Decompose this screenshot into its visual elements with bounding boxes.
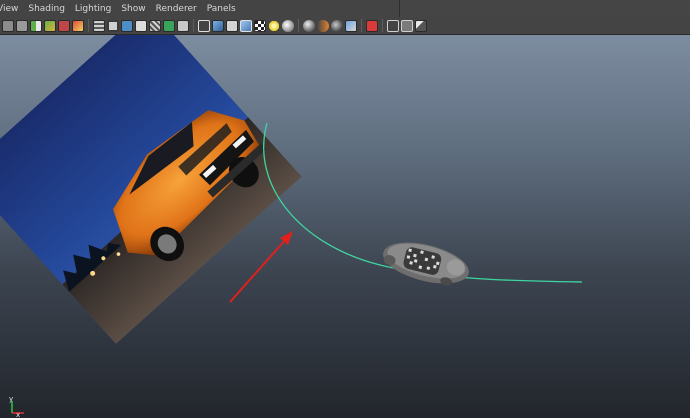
panel-menu-bar: View Shading Lighting Show Renderer Pane…	[0, 0, 690, 17]
panel-toolbar	[0, 17, 690, 35]
default-material-icon[interactable]	[226, 19, 238, 32]
grid-icon[interactable]	[93, 19, 105, 32]
motion-blur-icon[interactable]	[317, 19, 329, 32]
use-all-lights-icon[interactable]	[268, 19, 280, 32]
field-chart-icon[interactable]	[149, 19, 161, 32]
safe-action-icon[interactable]	[163, 19, 175, 32]
grease-pencil-icon[interactable]	[72, 19, 84, 32]
axis-gizmo: y x	[9, 395, 24, 418]
screen-space-ambient-occlusion-icon[interactable]	[303, 19, 315, 32]
axis-label-x: x	[16, 411, 20, 418]
shadows-icon[interactable]	[282, 19, 294, 32]
toolbar-separator	[88, 19, 89, 32]
menu-show[interactable]: Show	[116, 4, 150, 14]
safe-title-icon[interactable]	[177, 19, 189, 32]
menu-shading[interactable]: Shading	[23, 4, 70, 14]
toolbar-separator	[361, 19, 362, 32]
maya-viewport-panel: View Shading Lighting Show Renderer Pane…	[0, 0, 690, 418]
xray-joints-icon[interactable]	[401, 19, 413, 32]
menu-panels[interactable]: Panels	[202, 4, 241, 14]
toolbar-separator	[382, 19, 383, 32]
select-camera-icon[interactable]	[2, 19, 14, 32]
bookmarks-icon[interactable]	[30, 19, 42, 32]
image-plane-icon[interactable]	[44, 19, 56, 32]
annotation-arrow	[229, 231, 293, 303]
gate-mask-icon[interactable]	[135, 19, 147, 32]
xray-icon[interactable]	[387, 19, 399, 32]
resolution-gate-icon[interactable]	[121, 19, 133, 32]
2d-pan-zoom-icon[interactable]	[58, 19, 70, 32]
camera-attributes-icon[interactable]	[16, 19, 28, 32]
xray-components-icon[interactable]	[415, 19, 427, 32]
wireframe-on-shaded-icon[interactable]	[240, 19, 252, 32]
image-plane[interactable]	[0, 35, 302, 344]
menu-lighting[interactable]: Lighting	[70, 4, 116, 14]
wireframe-icon[interactable]	[198, 19, 210, 32]
smooth-shade-icon[interactable]	[212, 19, 224, 32]
textured-icon[interactable]	[254, 19, 266, 32]
car-proxy-mesh[interactable]	[379, 235, 473, 291]
film-gate-icon[interactable]	[107, 19, 119, 32]
multisample-anti-aliasing-icon[interactable]	[331, 19, 343, 32]
depth-of-field-icon[interactable]	[345, 19, 357, 32]
menu-bar-spacer	[399, 0, 690, 17]
menu-view[interactable]: View	[0, 4, 23, 14]
toolbar-separator	[298, 19, 299, 32]
isolate-select-icon[interactable]	[366, 19, 378, 32]
3d-viewport[interactable]: y x	[0, 35, 690, 418]
toolbar-separator	[193, 19, 194, 32]
menu-renderer[interactable]: Renderer	[151, 4, 202, 14]
axis-label-y: y	[9, 395, 13, 403]
